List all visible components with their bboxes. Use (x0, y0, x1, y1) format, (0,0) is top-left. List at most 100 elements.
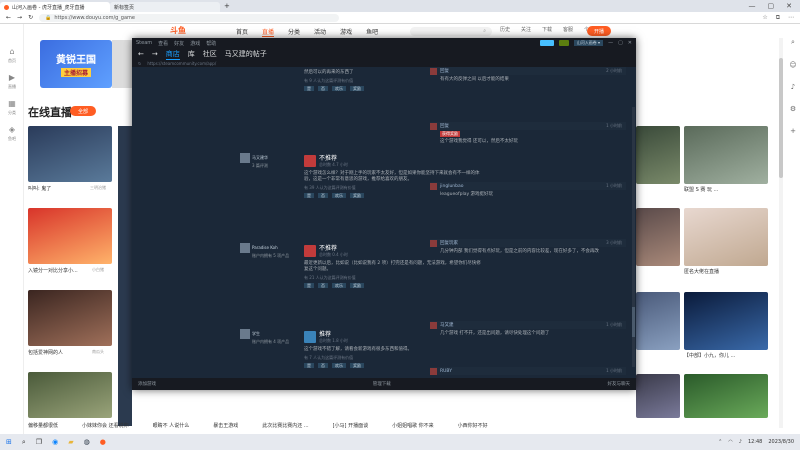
refresh-icon[interactable]: ↻ (28, 14, 33, 21)
add-game-button[interactable]: 添加游戏 (138, 381, 156, 387)
reviewer-name[interactable]: 马又建华 (252, 155, 268, 160)
stream-title[interactable]: 叫叫: 鬼了 (28, 185, 51, 192)
avatar[interactable] (430, 367, 437, 375)
open-live-button[interactable]: 开播 (587, 26, 611, 36)
extension-icon[interactable]: ⧉ (776, 14, 780, 22)
left-nav-fish[interactable]: ◈ 鱼吧 (0, 120, 24, 146)
steam-menu-item[interactable]: 好友 (174, 40, 184, 47)
maximize-button[interactable]: ▢ (768, 2, 775, 10)
stream-title[interactable]: 联盟 S 赛 玩 ... (684, 186, 768, 193)
reviewer-card[interactable]: 马又建华 3 篇评测 (240, 153, 300, 169)
stream-card[interactable] (684, 374, 768, 418)
scrollbar-thumb[interactable] (632, 307, 635, 337)
stream-title[interactable]: 入镜分一对比分享小... (28, 267, 78, 274)
stream-card[interactable] (28, 290, 112, 346)
avatar[interactable] (240, 329, 250, 339)
wifi-icon[interactable]: ◠ (728, 439, 732, 445)
avatar[interactable] (430, 67, 437, 75)
settings-icon[interactable]: ⚙ (790, 105, 796, 113)
nav-game[interactable]: 游戏 (340, 27, 352, 37)
vote-button[interactable]: 奖励 (350, 86, 364, 91)
steam-broadcast-button[interactable] (539, 40, 554, 46)
tray-icon[interactable]: ⌃ (718, 439, 722, 445)
vote-button[interactable]: 否 (318, 283, 328, 288)
history-icon[interactable]: 历史 (500, 26, 510, 33)
plus-icon[interactable]: + (790, 127, 796, 135)
menu-icon[interactable]: ⋯ (788, 14, 794, 22)
left-nav-category[interactable]: ▦ 分类 (0, 94, 24, 120)
stream-title[interactable]: 小西你好不好 (458, 422, 488, 429)
steam-menu-item[interactable]: 查看 (158, 40, 168, 47)
stream-card[interactable] (684, 292, 768, 350)
stream-title[interactable]: 此次比赛比赛内还 ... (262, 422, 308, 429)
stream-card[interactable] (636, 208, 680, 266)
stream-title[interactable]: 偏移量都很低 (28, 422, 58, 429)
avatar[interactable] (430, 122, 437, 130)
comment-author[interactable]: 回复 (440, 68, 449, 74)
left-nav-home[interactable]: ⌂ 首页 (0, 42, 24, 68)
nav-activity[interactable]: 活动 (314, 27, 326, 37)
steam-menu-item[interactable]: 游戏 (190, 40, 200, 47)
vote-button[interactable]: 否 (318, 193, 328, 198)
steam-nav-community[interactable]: 社区 (203, 49, 217, 59)
stream-card-partial[interactable] (118, 126, 132, 426)
clock-date[interactable]: 2023/8/30 (768, 439, 794, 445)
stream-title[interactable]: 【中部】小九，你儿 ... (684, 352, 768, 359)
vote-button[interactable]: 奖励 (350, 363, 364, 368)
search-icon[interactable]: ⌕ (791, 38, 795, 47)
vote-button[interactable]: 奖励 (350, 283, 364, 288)
bell-icon[interactable]: ♪ (791, 83, 795, 91)
vote-button[interactable]: 是 (304, 283, 314, 288)
vote-button[interactable]: 是 (304, 363, 314, 368)
refresh-icon[interactable]: ↻ (138, 61, 141, 66)
back-icon[interactable]: ← (6, 14, 11, 21)
service-icon[interactable]: 客服 (563, 26, 573, 33)
back-icon[interactable]: ← (138, 50, 144, 58)
avatar[interactable] (430, 182, 437, 190)
comment-author[interactable]: RUBY (440, 369, 452, 374)
avatar[interactable] (240, 153, 250, 163)
vote-button[interactable]: 是 (304, 86, 314, 91)
steam-menu-item[interactable]: 帮助 (206, 40, 216, 47)
steam-menu-item[interactable]: Steam (136, 40, 152, 46)
steam-user-menu[interactable]: 山河入画卷 ▾ (573, 40, 604, 46)
browser-icon[interactable]: ◉ (52, 438, 58, 446)
folder-icon[interactable]: ▰ (68, 438, 73, 446)
reviewer-card[interactable]: 学生 账户内拥有 4 项产品 (240, 329, 300, 345)
stream-title[interactable]: 匿名大佬在直播 (684, 268, 768, 275)
vote-button[interactable]: 奖励 (350, 193, 364, 198)
avatar[interactable] (430, 321, 437, 329)
clock-time[interactable]: 12:48 (748, 439, 762, 445)
steam-close-button[interactable]: ✕ (628, 40, 632, 46)
nav-home[interactable]: 首页 (236, 27, 248, 37)
manage-downloads-button[interactable]: 管理下载 (373, 381, 391, 387)
vote-button[interactable]: 是 (304, 193, 314, 198)
stream-card[interactable] (636, 374, 680, 418)
taskview-icon[interactable]: ❐ (36, 438, 42, 446)
start-icon[interactable]: ⊞ (6, 438, 12, 446)
stream-card[interactable] (28, 126, 112, 182)
stream-title[interactable]: 小妹妹你会 还看说你 (82, 422, 129, 429)
vote-button[interactable]: 否 (318, 363, 328, 368)
steam-maximize-button[interactable]: ▢ (618, 40, 623, 46)
vote-button[interactable]: 欢乐 (332, 193, 346, 198)
comment-author[interactable]: jinglunbao (440, 184, 464, 189)
avatar[interactable] (430, 239, 437, 247)
steam-nav-library[interactable]: 库 (188, 49, 195, 59)
reviewer-card[interactable]: Paradise Koh 账户内拥有 5 项产品 (240, 243, 300, 259)
download-icon[interactable]: 下载 (542, 26, 552, 33)
stream-card[interactable] (636, 126, 680, 184)
scrollbar-thumb[interactable] (779, 58, 783, 178)
stream-card[interactable] (684, 126, 768, 184)
nav-category[interactable]: 分类 (288, 27, 300, 37)
reviewer-name[interactable]: Paradise Koh (252, 245, 278, 250)
comment-author[interactable]: 马又建 (440, 322, 454, 328)
friends-chat-button[interactable]: 好友与聊天 (608, 381, 631, 387)
browser-tab-active[interactable]: 山河入画卷 - 虎牙直播_虎牙直播 (0, 2, 110, 12)
site-search-input[interactable]: ⌕ (410, 27, 492, 36)
stream-title[interactable]: 暴击王游戏 (213, 422, 238, 429)
steam-notification-button[interactable] (558, 40, 569, 46)
site-logo[interactable]: 斗鱼 (170, 25, 186, 36)
comment-author[interactable]: 回复玩家 (440, 240, 458, 246)
stream-card[interactable] (28, 372, 112, 418)
